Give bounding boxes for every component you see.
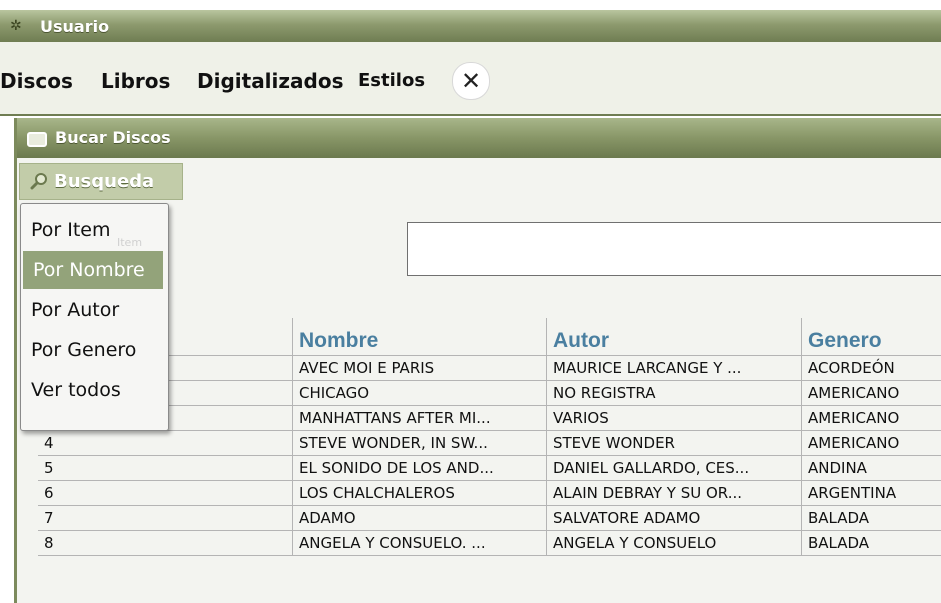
column-header-nombre[interactable]: Nombre — [293, 318, 547, 355]
cell-nombre: LOS CHALCHALEROS — [293, 481, 547, 505]
close-icon: ✕ — [460, 67, 482, 95]
column-header-genero[interactable]: Genero — [802, 318, 941, 355]
cell-autor: NO REGISTRA — [547, 381, 802, 405]
cell-genero: AMERICANO — [802, 431, 941, 455]
frame-title: Bucar Discos — [55, 128, 171, 147]
cell-autor: STEVE WONDER — [547, 431, 802, 455]
menu-item-digitalizados[interactable]: Digitalizados — [197, 69, 344, 93]
cell-nombre: STEVE WONDER, IN SW... — [293, 431, 547, 455]
search-type-dropdown: Item Por Item Por Nombre Por Autor Por G… — [20, 203, 169, 431]
cell-genero: BALADA — [802, 531, 941, 555]
search-icon — [30, 172, 48, 195]
cell-item: 6 — [38, 481, 293, 505]
table-row[interactable]: 6 LOS CHALCHALEROS ALAIN DEBRAY Y SU OR.… — [38, 481, 941, 506]
cell-nombre: EL SONIDO DE LOS AND... — [293, 456, 547, 480]
menu-item-estilos[interactable]: Estilos — [358, 70, 425, 91]
menu-item-libros[interactable]: Libros — [101, 69, 170, 93]
table-row[interactable]: 2 CHICAGO NO REGISTRA AMERICANO — [38, 381, 941, 406]
frame-title-bar: Bucar Discos — [17, 118, 941, 158]
menu-item-discos[interactable]: Discos — [0, 69, 73, 93]
table-row[interactable]: 7 ADAMO SALVATORE ADAMO BALADA — [38, 506, 941, 531]
tab-busqueda[interactable]: Busqueda — [19, 163, 183, 200]
cell-nombre: ADAMO — [293, 506, 547, 530]
app-logo-icon: ✲ — [10, 18, 22, 34]
cell-item: 7 — [38, 506, 293, 530]
cell-genero: ARGENTINA — [802, 481, 941, 505]
column-header-autor[interactable]: Autor — [547, 318, 802, 355]
option-por-nombre[interactable]: Por Nombre — [23, 251, 163, 289]
cell-genero: BALADA — [802, 506, 941, 530]
cell-item: 4 — [38, 431, 293, 455]
window-title: Usuario — [40, 17, 110, 36]
cell-genero: ANDINA — [802, 456, 941, 480]
option-por-autor[interactable]: Por Autor — [21, 291, 166, 329]
cell-autor: ANGELA Y CONSUELO — [547, 531, 802, 555]
cell-autor: SALVATORE ADAMO — [547, 506, 802, 530]
window-title-bar: ✲ Usuario — [0, 10, 941, 42]
table-row[interactable]: 5 EL SONIDO DE LOS AND... DANIEL GALLARD… — [38, 456, 941, 481]
cell-autor: ALAIN DEBRAY Y SU OR... — [547, 481, 802, 505]
table-row[interactable]: 8 ANGELA Y CONSUELO. ... ANGELA Y CONSUE… — [38, 531, 941, 556]
cell-autor: DANIEL GALLARDO, CES... — [547, 456, 802, 480]
cell-item: 8 — [38, 531, 293, 555]
option-ver-todos[interactable]: Ver todos — [21, 371, 166, 409]
cell-item: 5 — [38, 456, 293, 480]
menu-bar: Discos Libros Digitalizados Estilos ✕ — [0, 42, 941, 116]
option-por-item[interactable]: Por Item — [21, 211, 166, 249]
cell-genero: AMERICANO — [802, 381, 941, 405]
cell-genero: AMERICANO — [802, 406, 941, 430]
cell-nombre: MANHATTANS AFTER MI... — [293, 406, 547, 430]
option-por-genero[interactable]: Por Genero — [21, 331, 166, 369]
cell-nombre: CHICAGO — [293, 381, 547, 405]
window-icon — [27, 132, 47, 147]
search-input[interactable] — [407, 222, 941, 276]
cell-nombre: AVEC MOI E PARIS — [293, 356, 547, 380]
tab-label: Busqueda — [54, 171, 155, 192]
table-row[interactable]: 4 STEVE WONDER, IN SW... STEVE WONDER AM… — [38, 431, 941, 456]
cell-autor: VARIOS — [547, 406, 802, 430]
close-button[interactable]: ✕ — [452, 62, 490, 100]
table-row[interactable]: 1 AVEC MOI E PARIS MAURICE LARCANGE Y ..… — [38, 356, 941, 381]
cell-autor: MAURICE LARCANGE Y ... — [547, 356, 802, 380]
table-row[interactable]: 3 MANHATTANS AFTER MI... VARIOS AMERICAN… — [38, 406, 941, 431]
cell-genero: ACORDEÓN — [802, 356, 941, 380]
cell-nombre: ANGELA Y CONSUELO. ... — [293, 531, 547, 555]
table-header: Item Nombre Autor Genero — [38, 318, 941, 356]
